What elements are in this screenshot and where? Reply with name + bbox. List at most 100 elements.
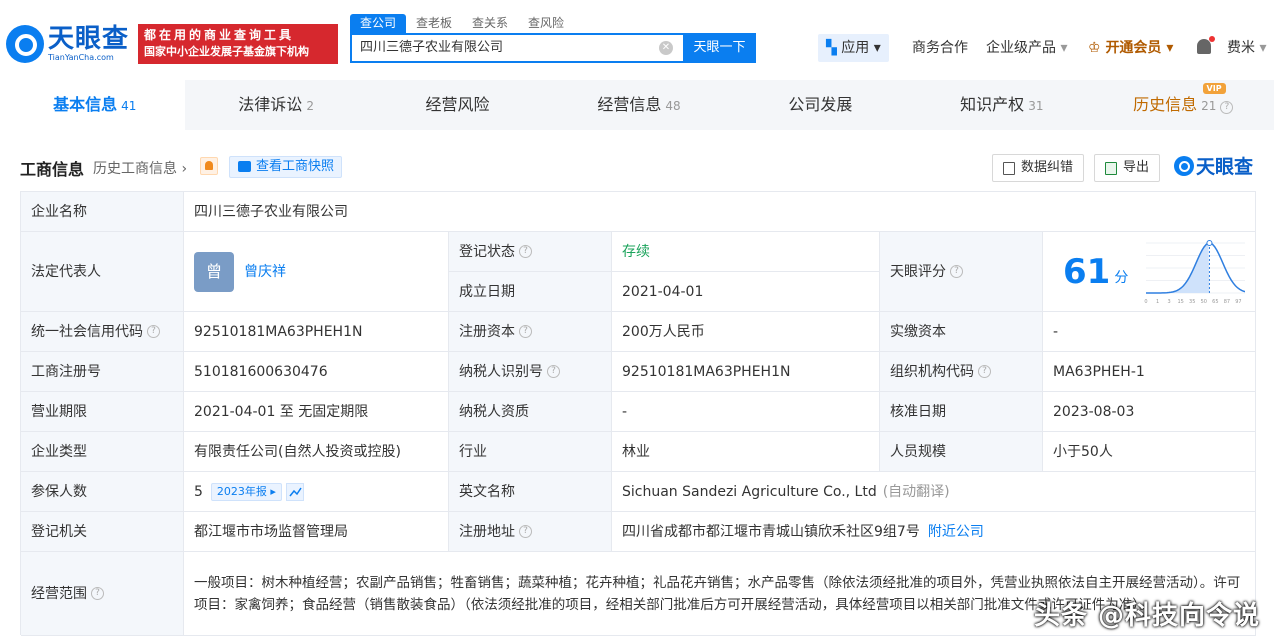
term-label: 营业期限 — [21, 392, 184, 432]
tab-label: 法律诉讼 — [238, 95, 303, 114]
slogan-line-1: 都在用的商业查询工具 — [144, 28, 295, 42]
help-icon[interactable]: ? — [978, 365, 991, 378]
help-icon[interactable]: ? — [147, 325, 160, 338]
nav-vip[interactable]: ♔ 开通会员 ▾ — [1088, 38, 1173, 58]
org-code-label-text: 组织机构代码 — [890, 363, 974, 380]
camera-icon — [238, 161, 251, 172]
section-brand: 天眼查 — [1174, 154, 1253, 180]
help-icon[interactable]: ? — [950, 265, 963, 278]
caret-down-icon: ▾ — [1060, 40, 1068, 56]
export-button[interactable]: 导出 — [1094, 154, 1161, 182]
approve-date-label: 核准日期 — [880, 392, 1043, 432]
chevron-right-icon: › — [181, 161, 188, 177]
section-title: 工商信息 — [20, 160, 85, 179]
clear-icon[interactable]: ✕ — [659, 41, 673, 55]
tab-legal[interactable]: 法律诉讼 2 — [185, 80, 366, 130]
nav-app-menu[interactable]: ▚ 应用 ▾ — [818, 34, 889, 62]
status-label-text: 登记状态 — [459, 243, 515, 260]
tab-label: 历史信息 — [1133, 95, 1198, 114]
alert-bell-icon[interactable] — [200, 157, 218, 175]
nav-app-label: 应用 — [841, 40, 870, 56]
search-button[interactable]: 天眼一下 — [683, 33, 756, 63]
caret-down-icon: ▾ — [873, 40, 881, 56]
watermark: 头条 @科技向令说 — [1033, 601, 1260, 631]
paid-capital-value: - — [1043, 312, 1256, 352]
chart-tick-label: 3 — [1168, 299, 1171, 305]
history-link-label: 历史工商信息 — [93, 161, 177, 177]
annual-report-badge[interactable]: 2023年报 ▸ — [210, 482, 282, 501]
trend-line-icon — [289, 487, 302, 496]
score-cell[interactable]: 61 分 013153550658797100 — [1043, 232, 1256, 312]
business-info-table: 企业名称 四川三德子农业有限公司 法定代表人 曾 曾庆祥 登记状态? 存续 成立… — [20, 191, 1256, 636]
crown-icon: ♔ — [1088, 40, 1101, 56]
tianyancha-logo-icon — [1174, 156, 1194, 176]
history-link[interactable]: 历史工商信息 › — [93, 158, 187, 178]
correct-label: 数据纠错 — [1021, 160, 1074, 175]
help-icon[interactable]: ? — [519, 525, 532, 538]
search-tab-boss[interactable]: 查老板 — [406, 14, 462, 33]
address-label: 注册地址? — [449, 512, 612, 552]
help-icon[interactable]: ? — [519, 325, 532, 338]
avatar: 曾 — [194, 251, 234, 292]
nearby-companies-link[interactable]: 附近公司 — [928, 522, 984, 542]
main-tabs: 基本信息 41 法律诉讼 2 经营风险 经营信息 48 公司发展 知识产权 31 VIP… — [4, 80, 1274, 130]
tab-basic-info[interactable]: 基本信息 41 — [4, 80, 186, 130]
tax-qualification-label: 纳税人资质 — [449, 392, 612, 432]
reg-number-label: 工商注册号 — [21, 352, 184, 392]
search-tab-relation[interactable]: 查关系 — [462, 14, 518, 33]
insured-label: 参保人数 — [21, 472, 184, 512]
nav-enterprise-label: 企业级产品 — [986, 40, 1056, 56]
tab-label: 基本信息 — [53, 95, 118, 114]
paid-capital-label: 实缴资本 — [880, 312, 1043, 352]
score-value: 61 — [1063, 251, 1111, 292]
nav-enterprise[interactable]: 企业级产品 ▾ — [986, 38, 1067, 58]
tab-count: 21 — [1201, 99, 1217, 113]
export-label: 导出 — [1123, 160, 1150, 175]
snapshot-button[interactable]: 查看工商快照 — [229, 156, 343, 178]
industry-label: 行业 — [449, 432, 612, 472]
logo-domain: TianYanCha.com — [48, 53, 114, 62]
search-type-tabs: 查公司 查老板 查关系 查风险 — [350, 14, 574, 33]
tab-ip[interactable]: 知识产权 31 — [911, 80, 1092, 130]
capital-label: 注册资本? — [449, 312, 612, 352]
capital-value: 200万人民币 — [612, 312, 880, 352]
nav-business[interactable]: 商务合作 — [912, 38, 968, 58]
status-label: 登记状态? — [449, 232, 612, 272]
vip-badge: VIP — [1202, 83, 1226, 94]
slogan-line-2: 国家中小企业发展子基金旗下机构 — [144, 45, 309, 58]
tab-risk[interactable]: 经营风险 — [367, 80, 548, 130]
nav-user[interactable]: 费米 ▾ — [1227, 38, 1266, 58]
tab-label: 经营风险 — [425, 95, 490, 114]
caret-down-icon: ▾ — [1166, 40, 1174, 56]
company-name-label: 企业名称 — [21, 192, 184, 232]
tax-qualification-value: - — [612, 392, 880, 432]
tab-history[interactable]: VIP 历史信息 21? — [1093, 80, 1274, 130]
search-tab-risk[interactable]: 查风险 — [518, 14, 574, 33]
help-icon[interactable]: ? — [1220, 101, 1234, 114]
site-logo[interactable]: 天眼查 TianYanCha.com — [6, 25, 129, 63]
data-correction-button[interactable]: 数据纠错 — [992, 154, 1085, 182]
tax-id-label-text: 纳税人识别号 — [459, 363, 543, 380]
scope-label-text: 经营范围 — [31, 585, 87, 602]
staff-size-value: 小于50人 — [1043, 432, 1256, 472]
chart-tick-label: 50 — [1201, 299, 1207, 305]
search-input[interactable]: 四川三德子农业有限公司 ✕ — [350, 33, 683, 63]
search-tab-company[interactable]: 查公司 — [350, 14, 407, 33]
score-unit: 分 — [1114, 269, 1129, 286]
search-input-value: 四川三德子农业有限公司 — [360, 40, 504, 55]
trend-chart-icon[interactable] — [285, 482, 304, 501]
reg-number-value: 510181600630476 — [184, 352, 449, 392]
legal-rep-label: 法定代表人 — [21, 232, 184, 312]
help-icon[interactable]: ? — [91, 587, 104, 600]
help-icon[interactable]: ? — [547, 365, 560, 378]
chart-tick-label: 15 — [1178, 299, 1184, 305]
top-header: 天眼查 TianYanCha.com 都在用的商业查询工具 国家中小企业发展子基… — [0, 0, 1278, 80]
tab-label: 经营信息 — [597, 95, 662, 114]
tab-operation[interactable]: 经营信息 48 — [548, 80, 729, 130]
tab-development[interactable]: 公司发展 — [730, 80, 911, 130]
legal-rep-link[interactable]: 曾庆祥 — [244, 262, 286, 282]
tab-label: 知识产权 — [960, 95, 1025, 114]
help-icon[interactable]: ? — [519, 245, 532, 258]
notification-bell[interactable] — [1197, 36, 1215, 58]
address-cell: 四川省成都市都江堰市青城山镇欣禾社区9组7号 附近公司 — [612, 512, 1256, 552]
